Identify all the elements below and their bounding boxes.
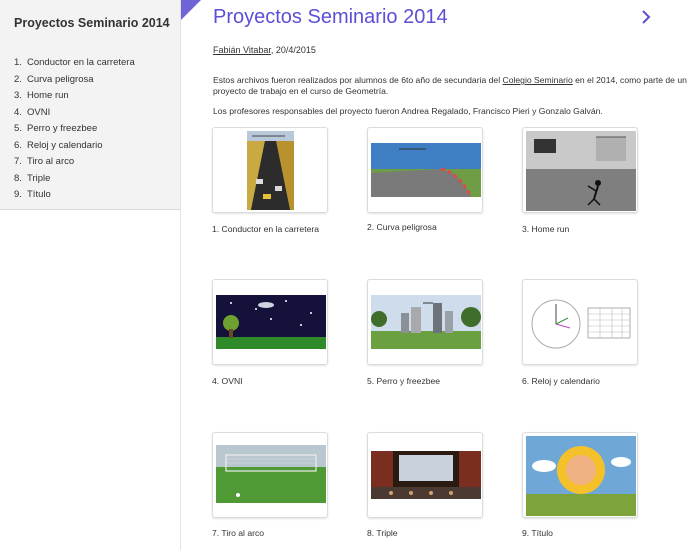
sidebar-item-label: OVNI	[27, 106, 51, 118]
chevron-right-icon[interactable]	[638, 9, 654, 25]
sidebar-item-label: Reloj y calendario	[27, 139, 103, 151]
sidebar-item-curva[interactable]: 2. Curva peligrosa	[14, 72, 180, 89]
sidebar-item-conductor[interactable]: 1. Conductor en la carretera	[14, 55, 180, 72]
sidebar-item-number: 6.	[14, 139, 22, 151]
post-date: , 20/4/2015	[270, 45, 316, 55]
gallery-caption[interactable]: 7. Tiro al arco	[212, 528, 264, 538]
sidebar-item-number: 8.	[14, 172, 22, 184]
sidebar: Proyectos Seminario 2014 1. Conductor en …	[0, 0, 181, 550]
clock-calendar-thumbnail	[526, 288, 636, 358]
baseball-thumbnail	[526, 131, 636, 211]
sidebar-item-number: 9.	[14, 189, 22, 200]
sidebar-item-number: 3.	[14, 90, 22, 101]
main-content: Proyectos Seminario 2014 Fabián Vitabar,…	[181, 0, 700, 550]
sun-baby-thumbnail	[526, 436, 636, 516]
sidebar-item-reloj[interactable]: 6. Reloj y calendario	[14, 138, 180, 155]
theater-thumbnail	[371, 451, 481, 499]
sidebar-item-label: Perro y freezbee	[27, 123, 98, 134]
sidebar-panel: Proyectos Seminario 2014 1. Conductor en …	[0, 0, 180, 210]
gallery-card-home-run[interactable]	[522, 127, 638, 213]
sidebar-title[interactable]: Proyectos Seminario 2014	[14, 16, 180, 30]
sidebar-item-label: Conductor en la carretera	[27, 57, 135, 68]
sidebar-item-label: Triple	[27, 172, 51, 184]
sidebar-item-titulo[interactable]: 9. Título	[14, 187, 180, 204]
sidebar-item-label: Home run	[27, 90, 69, 101]
gallery-caption[interactable]: 9. Título	[522, 528, 553, 538]
sidebar-nav: 1. Conductor en la carretera 2. Curva peli…	[14, 55, 180, 204]
sidebar-item-perro[interactable]: 5. Perro y freezbee	[14, 121, 180, 138]
teachers-paragraph: Los profesores responsables del proyecto…	[213, 106, 603, 116]
gallery-caption[interactable]: 2. Curva peligrosa	[367, 222, 437, 232]
goal-thumbnail	[216, 445, 326, 503]
intro-paragraph: Estos archivos fueron realizados por alu…	[213, 75, 693, 97]
gallery-card-perro[interactable]	[367, 279, 483, 365]
gallery-caption[interactable]: 8. Triple	[367, 528, 398, 538]
sidebar-item-number: 7.	[14, 156, 22, 167]
intro-text-before: Estos archivos fueron realizados por alu…	[213, 75, 503, 85]
sidebar-item-number: 2.	[14, 73, 22, 85]
dog-thumbnail	[371, 295, 481, 349]
gallery-card-triple[interactable]	[367, 432, 483, 518]
sidebar-item-triple[interactable]: 8. Triple	[14, 171, 180, 188]
gallery-card-curva[interactable]	[367, 127, 483, 213]
byline: Fabián Vitabar, 20/4/2015	[213, 45, 316, 55]
page-title: Proyectos Seminario 2014	[213, 6, 448, 28]
sidebar-item-tiro[interactable]: 7. Tiro al arco	[14, 154, 180, 171]
sidebar-item-label: Tiro al arco	[27, 156, 75, 167]
sidebar-item-number: 5.	[14, 123, 22, 134]
gallery-card-ovni[interactable]	[212, 279, 328, 365]
sidebar-item-label: Curva peligrosa	[27, 73, 94, 85]
gallery-caption[interactable]: 6. Reloj y calendario	[522, 376, 600, 386]
sidebar-item-home-run[interactable]: 3. Home run	[14, 88, 180, 105]
sidebar-item-number: 1.	[14, 57, 22, 68]
gallery-card-tiro[interactable]	[212, 432, 328, 518]
sidebar-item-label: Título	[27, 189, 51, 200]
curve-thumbnail	[371, 143, 481, 197]
gallery-caption[interactable]: 4. OVNI	[212, 376, 243, 386]
sidebar-item-number: 4.	[14, 106, 22, 118]
ufo-thumbnail	[216, 295, 326, 349]
gallery-caption[interactable]: 1. Conductor en la carretera	[212, 224, 319, 234]
school-link[interactable]: Colegio Seminario	[503, 75, 573, 85]
road-thumbnail	[247, 131, 294, 210]
author-link[interactable]: Fabián Vitabar	[213, 45, 271, 55]
sidebar-item-ovni[interactable]: 4. OVNI	[14, 105, 180, 122]
gallery-card-reloj[interactable]	[522, 279, 638, 365]
gallery-card-titulo[interactable]	[522, 432, 638, 518]
gallery-card-conductor[interactable]	[212, 127, 328, 213]
gallery-caption[interactable]: 5. Perro y freezbee	[367, 376, 440, 386]
gallery-caption[interactable]: 3. Home run	[522, 224, 569, 234]
